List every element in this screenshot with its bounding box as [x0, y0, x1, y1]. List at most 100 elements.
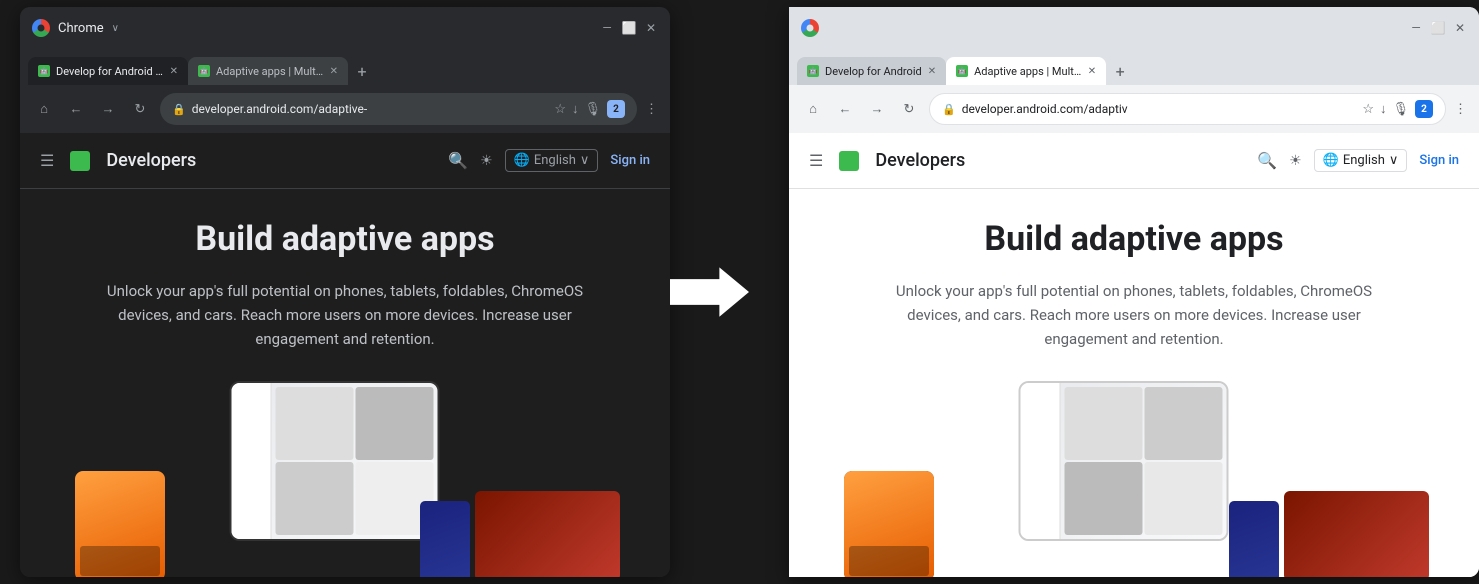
dark-home-btn[interactable]: ⌂: [32, 97, 56, 121]
light-tab-add[interactable]: +: [1106, 57, 1134, 85]
dark-devices-area: [60, 381, 630, 577]
light-address-field[interactable]: 🔒 developer.android.com/adaptiv ☆ ↓ 🎙 2: [929, 93, 1446, 125]
light-title-bar: — ⬜ ✕: [789, 7, 1479, 49]
dark-menu-icon[interactable]: ⋮: [645, 102, 658, 117]
dark-search-icon[interactable]: 🔍: [448, 151, 468, 170]
light-site-nav: ☰ Developers 🔍 ☀ 🌐 English ∨ Sign in: [789, 133, 1479, 189]
light-url-text: developer.android.com/adaptiv: [962, 102, 1128, 116]
dark-title-chevron: ∨: [112, 23, 119, 34]
light-bookmark-icon[interactable]: ☆: [1362, 102, 1374, 117]
light-mic-icon[interactable]: 🎙: [1392, 102, 1409, 117]
dark-site-title: Developers: [106, 150, 196, 171]
light-tablet-mock: [1019, 381, 1229, 541]
light-site-nav-right: 🔍 ☀ 🌐 English ∨ Sign in: [1257, 149, 1459, 172]
dark-android-logo: [70, 151, 90, 171]
dark-back-btn[interactable]: ←: [64, 97, 88, 121]
dark-tv-mock: [475, 491, 620, 577]
dark-sign-in[interactable]: Sign in: [610, 153, 650, 168]
light-refresh-btn[interactable]: ↻: [897, 97, 921, 121]
left-panel: Chrome ∨ — ⬜ ✕ 🤖 Develop for Android | A…: [0, 0, 670, 584]
right-panel: — ⬜ ✕ 🤖 Develop for Android ✕ 🤖 Adaptive…: [749, 0, 1479, 584]
dark-download-icon[interactable]: ↓: [572, 101, 579, 117]
dark-tab-1[interactable]: 🤖 Develop for Android | And... ✕: [28, 57, 188, 85]
dark-bookmark-icon[interactable]: ☆: [554, 102, 566, 117]
dark-address-bar: ⌂ ← → ↻ 🔒 developer.android.com/adaptive…: [20, 85, 670, 133]
light-tab1-close[interactable]: ✕: [928, 66, 936, 77]
light-tab2-favicon: 🤖: [956, 65, 968, 77]
dark-hero-subtitle: Unlock your app's full potential on phon…: [95, 279, 595, 351]
dark-tab1-close[interactable]: ✕: [170, 66, 178, 77]
dark-theme-toggle[interactable]: ☀: [480, 153, 493, 169]
dark-refresh-btn[interactable]: ↻: [128, 97, 152, 121]
light-address-icons: ☆ ↓ 🎙 2: [1362, 100, 1433, 118]
light-extension-badge[interactable]: 2: [1415, 100, 1433, 118]
dark-tab1-favicon: 🤖: [38, 65, 50, 77]
browser-light: — ⬜ ✕ 🤖 Develop for Android ✕ 🤖 Adaptive…: [789, 7, 1479, 577]
dark-forward-btn[interactable]: →: [96, 97, 120, 121]
scene: Chrome ∨ — ⬜ ✕ 🤖 Develop for Android | A…: [0, 0, 1479, 584]
light-sign-in[interactable]: Sign in: [1419, 153, 1459, 168]
dark-hero-title: Build adaptive apps: [195, 219, 494, 259]
dark-mic-icon[interactable]: 🎙: [584, 102, 601, 117]
light-hero: Build adaptive apps Unlock your app's fu…: [789, 189, 1479, 577]
light-window-controls: — ⬜ ✕: [1409, 21, 1467, 35]
light-tv-mock: [1284, 491, 1429, 577]
dark-tab2-favicon: 🤖: [198, 65, 210, 77]
light-minimize-btn[interactable]: —: [1409, 21, 1423, 35]
light-back-btn[interactable]: ←: [833, 97, 857, 121]
dark-title-bar: Chrome ∨ — ⬜ ✕: [20, 7, 670, 49]
light-tab2-label: Adaptive apps | Multi...: [974, 65, 1082, 78]
dark-browser-title: Chrome: [58, 21, 104, 36]
light-android-logo: [839, 151, 859, 171]
dark-address-field[interactable]: 🔒 developer.android.com/adaptive- ☆ ↓ 🎙 …: [160, 93, 637, 125]
light-devices-area: [829, 381, 1439, 577]
light-theme-toggle[interactable]: ☀: [1289, 153, 1302, 169]
light-tab1-favicon: 🤖: [807, 65, 819, 77]
dark-maximize-btn[interactable]: ⬜: [622, 21, 636, 35]
light-search-icon[interactable]: 🔍: [1257, 151, 1277, 170]
dark-tab-2[interactable]: 🤖 Adaptive apps | Multidev... ✕: [188, 57, 348, 85]
light-chrome-logo: [801, 19, 819, 37]
light-hamburger-icon[interactable]: ☰: [809, 151, 823, 170]
light-tab-1[interactable]: 🤖 Develop for Android ✕: [797, 57, 946, 85]
dark-hero: Build adaptive apps Unlock your app's fu…: [20, 189, 670, 577]
light-tablet-screen: [1021, 383, 1227, 539]
dark-close-btn[interactable]: ✕: [644, 21, 658, 35]
light-site-title: Developers: [875, 150, 965, 171]
light-tab-2[interactable]: 🤖 Adaptive apps | Multi... ✕: [946, 57, 1106, 85]
light-lang-label: English: [1343, 153, 1385, 168]
light-close-btn[interactable]: ✕: [1453, 21, 1467, 35]
dark-security-icon: 🔒: [172, 103, 186, 116]
light-maximize-btn[interactable]: ⬜: [1431, 21, 1445, 35]
dark-site-nav-right: 🔍 ☀ 🌐 English ∨ Sign in: [448, 149, 650, 172]
light-hero-title: Build adaptive apps: [984, 219, 1283, 259]
dark-extension-badge[interactable]: 2: [607, 100, 625, 118]
chrome-logo-dark: [32, 19, 50, 37]
dark-minimize-btn[interactable]: —: [600, 21, 614, 35]
light-tab-bar: 🤖 Develop for Android ✕ 🤖 Adaptive apps …: [789, 49, 1479, 85]
light-menu-icon[interactable]: ⋮: [1454, 102, 1467, 117]
light-download-icon[interactable]: ↓: [1380, 101, 1387, 117]
dark-page-content: ☰ Developers 🔍 ☀ 🌐 English ∨ Sign in: [20, 133, 670, 577]
light-forward-btn[interactable]: →: [865, 97, 889, 121]
light-page-content: ☰ Developers 🔍 ☀ 🌐 English ∨ Sign in: [789, 133, 1479, 577]
dark-tab1-label: Develop for Android | And...: [56, 65, 164, 78]
light-home-btn[interactable]: ⌂: [801, 97, 825, 121]
light-language-btn[interactable]: 🌐 English ∨: [1314, 149, 1408, 172]
dark-tab-add[interactable]: +: [348, 57, 376, 85]
dark-address-icons: ☆ ↓ 🎙 2: [554, 100, 625, 118]
light-address-bar: ⌂ ← → ↻ 🔒 developer.android.com/adaptiv …: [789, 85, 1479, 133]
light-tab2-close[interactable]: ✕: [1088, 66, 1096, 77]
light-globe-icon: 🌐: [1323, 153, 1339, 168]
direction-arrow: [670, 267, 749, 317]
light-security-icon: 🔒: [942, 103, 956, 116]
dark-tab-bar: 🤖 Develop for Android | And... ✕ 🤖 Adapt…: [20, 49, 670, 85]
light-tab1-label: Develop for Android: [825, 65, 922, 78]
dark-site-nav: ☰ Developers 🔍 ☀ 🌐 English ∨ Sign in: [20, 133, 670, 189]
light-hero-subtitle: Unlock your app's full potential on phon…: [884, 279, 1384, 351]
dark-language-btn[interactable]: 🌐 English ∨: [505, 149, 599, 172]
light-small-phone: [1229, 501, 1279, 577]
dark-hamburger-icon[interactable]: ☰: [40, 151, 54, 170]
dark-globe-icon: 🌐: [514, 153, 530, 168]
dark-tab2-close[interactable]: ✕: [330, 66, 338, 77]
